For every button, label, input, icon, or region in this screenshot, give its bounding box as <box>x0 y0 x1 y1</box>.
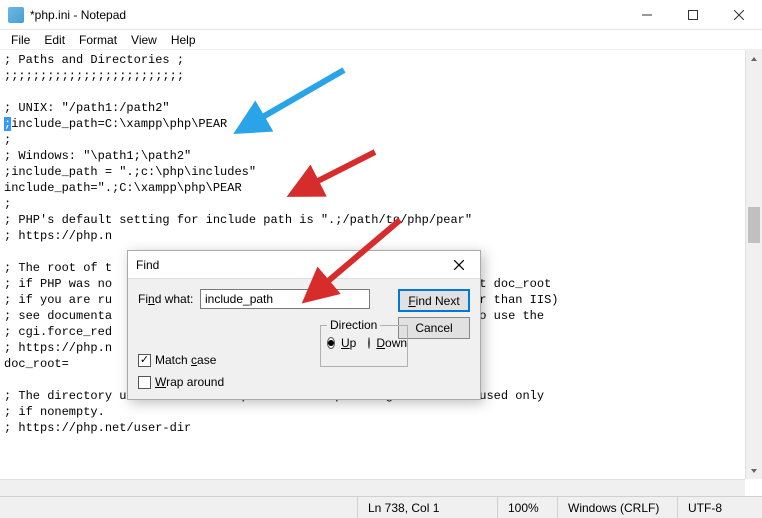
direction-up-label: Up <box>341 336 356 350</box>
direction-down-radio[interactable] <box>368 337 370 349</box>
wrap-around-label: Wrap around <box>155 375 224 389</box>
status-zoom: 100% <box>497 497 557 518</box>
direction-legend: Direction <box>327 318 380 332</box>
cancel-button[interactable]: Cancel <box>398 317 470 339</box>
menu-view[interactable]: View <box>124 32 164 48</box>
wrap-around-checkbox[interactable] <box>138 376 151 389</box>
menubar: File Edit Format View Help <box>0 30 762 49</box>
statusbar: Ln 738, Col 1 100% Windows (CRLF) UTF-8 <box>0 496 762 518</box>
menu-edit[interactable]: Edit <box>37 32 72 48</box>
find-next-button[interactable]: Find Next <box>398 289 470 312</box>
match-case-label: Match case <box>155 353 216 367</box>
match-case-checkbox[interactable] <box>138 354 151 367</box>
direction-up-radio[interactable] <box>327 337 335 349</box>
direction-group: Direction Up Down <box>320 325 408 367</box>
menu-format[interactable]: Format <box>72 32 124 48</box>
direction-down-label: Down <box>376 336 407 350</box>
dialog-close-button[interactable] <box>438 251 480 279</box>
status-encoding: UTF-8 <box>677 497 762 518</box>
app-icon <box>8 7 24 23</box>
scroll-up-button[interactable] <box>746 50 762 67</box>
find-what-input[interactable] <box>200 289 370 309</box>
find-what-label: Find what: <box>138 292 200 306</box>
titlebar: *php.ini - Notepad <box>0 0 762 30</box>
menu-file[interactable]: File <box>4 32 37 48</box>
maximize-button[interactable] <box>670 0 716 30</box>
window-title: *php.ini - Notepad <box>30 8 624 22</box>
status-position: Ln 738, Col 1 <box>357 497 497 518</box>
vertical-scrollbar[interactable] <box>745 50 762 479</box>
scroll-down-button[interactable] <box>746 462 762 479</box>
status-line-ending: Windows (CRLF) <box>557 497 677 518</box>
dialog-title: Find <box>136 258 438 272</box>
menu-help[interactable]: Help <box>164 32 203 48</box>
horizontal-scrollbar[interactable] <box>0 479 745 496</box>
find-dialog: Find Find what: Find Next Cancel Directi… <box>127 250 481 400</box>
dialog-titlebar[interactable]: Find <box>128 251 480 279</box>
minimize-button[interactable] <box>624 0 670 30</box>
scroll-thumb[interactable] <box>748 207 760 243</box>
close-button[interactable] <box>716 0 762 30</box>
